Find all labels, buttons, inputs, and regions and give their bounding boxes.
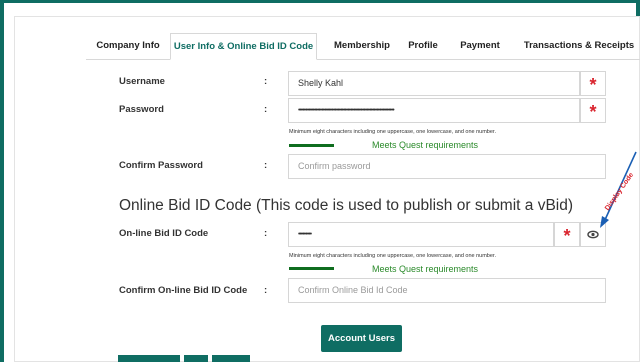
form-card <box>14 16 640 362</box>
colon: : <box>264 76 268 87</box>
tab-transactions[interactable]: Transactions & Receipts <box>520 33 638 59</box>
bottom-button[interactable] <box>184 355 208 362</box>
password-label: Password <box>119 104 164 115</box>
bottom-button[interactable] <box>212 355 250 362</box>
password-strength-text: Meets Quest requirements <box>372 140 479 150</box>
password-strength-bar <box>289 144 334 147</box>
colon: : <box>264 285 268 296</box>
tab-profile[interactable]: Profile <box>406 33 440 59</box>
tab-user-info[interactable]: User Info & Online Bid ID Code <box>170 33 317 60</box>
confirm-password-label: Confirm Password <box>119 160 203 171</box>
bid-code-hint: Minimum eight characters including one u… <box>289 253 496 259</box>
tab-bar: Company Info User Info & Online Bid ID C… <box>86 33 640 60</box>
colon: : <box>264 104 268 115</box>
bid-code-label: On-line Bid ID Code <box>119 228 209 239</box>
required-indicator: * <box>554 222 580 247</box>
tab-membership[interactable]: Membership <box>330 33 394 59</box>
required-indicator: * <box>580 98 606 123</box>
bid-code-strength-text: Meets Quest requirements <box>372 264 479 274</box>
required-indicator: * <box>580 71 606 96</box>
confirm-bid-code-input[interactable]: Confirm Online Bid Id Code <box>288 278 606 303</box>
username-input[interactable]: Shelly Kahl <box>288 71 580 96</box>
username-label: Username <box>119 76 165 87</box>
bid-code-strength-bar <box>289 267 334 270</box>
password-input[interactable]: ••••••••••••••••••••••••••••••••••••••••… <box>288 98 580 123</box>
tab-company-info[interactable]: Company Info <box>96 33 160 59</box>
colon: : <box>264 228 268 239</box>
password-hint: Minimum eight characters including one u… <box>289 129 496 135</box>
colon: : <box>264 160 268 171</box>
confirm-password-input[interactable]: Confirm password <box>288 154 606 179</box>
bid-code-input[interactable]: ••••••••• <box>288 222 554 247</box>
bottom-button[interactable] <box>118 355 180 362</box>
tab-payment[interactable]: Payment <box>458 33 502 59</box>
confirm-bid-code-label: Confirm On-line Bid ID Code <box>119 285 248 296</box>
account-users-button[interactable]: Account Users <box>321 325 402 352</box>
bid-section-title: Online Bid ID Code (This code is used to… <box>119 197 574 214</box>
